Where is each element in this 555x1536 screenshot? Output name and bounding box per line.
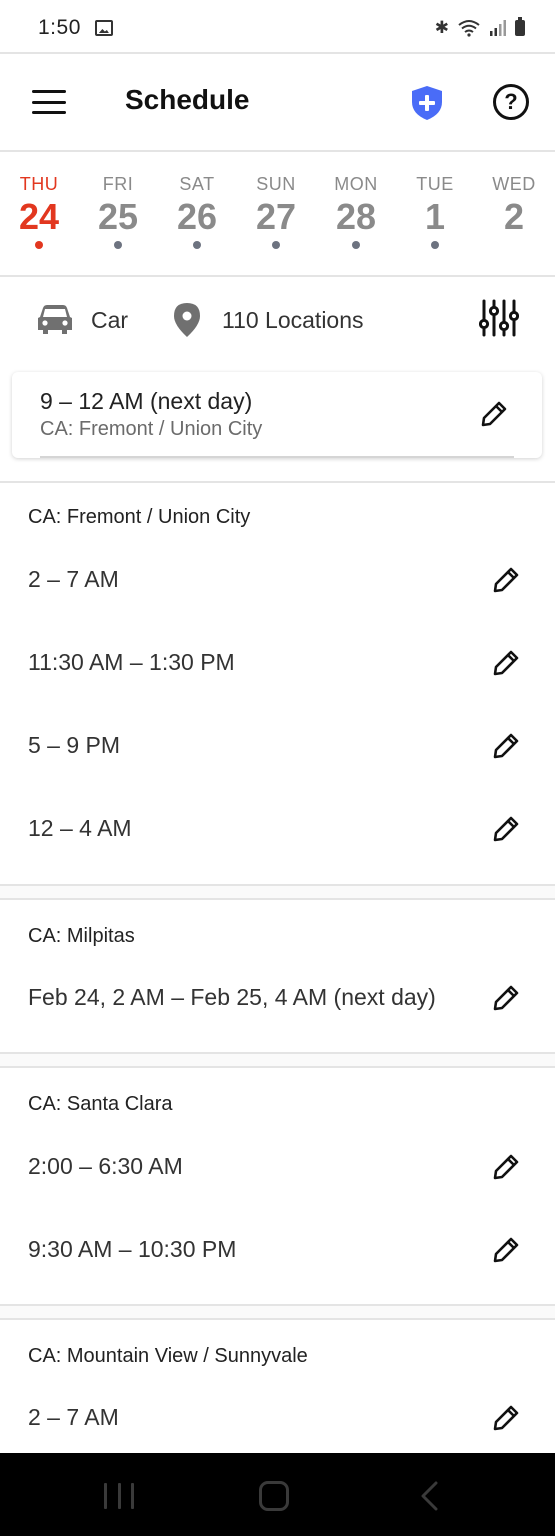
car-icon[interactable] (36, 304, 74, 336)
pencil-icon[interactable] (492, 566, 520, 594)
recents-icon[interactable] (104, 1483, 134, 1509)
divider (0, 52, 555, 54)
wifi-icon (458, 20, 480, 37)
date-sun-27[interactable]: SUN 27 (241, 174, 311, 249)
date-num: 24 (18, 196, 60, 237)
section-separator (0, 1304, 555, 1320)
group-title: CA: Santa Clara (28, 1093, 173, 1115)
current-block-card[interactable]: 9 – 12 AM (next day) CA: Fremont / Union… (12, 372, 542, 458)
date-dow: TUE (416, 174, 454, 194)
date-num: 25 (97, 196, 139, 237)
filter-row: Car 110 Locations (0, 278, 555, 364)
battery-icon (515, 17, 525, 36)
page-title: Schedule (125, 84, 250, 115)
shield-plus-icon[interactable] (408, 84, 446, 122)
date-thu-24[interactable]: THU 24 (4, 174, 74, 249)
pencil-icon[interactable] (492, 815, 520, 843)
pencil-icon[interactable] (492, 649, 520, 677)
group-title: CA: Mountain View / Sunnyvale (28, 1345, 308, 1367)
pencil-icon[interactable] (492, 1404, 520, 1432)
bluetooth-icon: ✱ (434, 18, 449, 38)
availability-dot (193, 241, 201, 249)
date-dow: SUN (256, 174, 296, 194)
help-icon[interactable]: ? (493, 84, 529, 120)
block-time[interactable]: 12 – 4 AM (28, 815, 132, 842)
date-dow: WED (492, 174, 536, 194)
back-icon[interactable] (418, 1481, 442, 1511)
date-wed-2[interactable]: WED 2 (479, 174, 549, 237)
location-pin-icon[interactable] (172, 302, 202, 338)
date-dow: MON (334, 174, 378, 194)
pencil-icon[interactable] (492, 1153, 520, 1181)
status-icons: ✱ (434, 17, 525, 38)
group-title: CA: Fremont / Union City (28, 506, 251, 528)
app-bar: Schedule ? (0, 56, 555, 150)
date-num: 28 (335, 196, 377, 237)
pencil-icon[interactable] (492, 732, 520, 760)
date-num: 1 (424, 196, 446, 237)
availability-dot (35, 241, 43, 249)
date-sat-26[interactable]: SAT 26 (162, 174, 232, 249)
current-block-location: CA: Fremont / Union City (40, 418, 263, 440)
pencil-icon[interactable] (492, 984, 520, 1012)
section-separator (0, 1052, 555, 1068)
pencil-icon[interactable] (480, 400, 508, 428)
block-time[interactable]: 2 – 7 AM (28, 566, 119, 593)
section-separator (0, 884, 555, 900)
locations-label[interactable]: 110 Locations (222, 307, 364, 334)
menu-icon[interactable] (32, 90, 66, 114)
date-num: 26 (176, 196, 218, 237)
group-title: CA: Milpitas (28, 925, 135, 947)
availability-dot (272, 241, 280, 249)
date-strip: THU 24 FRI 25 SAT 26 SUN 27 MON 28 TUE 1… (0, 152, 555, 276)
date-num: 2 (503, 196, 525, 237)
block-time[interactable]: 11:30 AM – 1:30 PM (28, 649, 235, 676)
divider (0, 275, 555, 277)
block-time[interactable]: Feb 24, 2 AM – Feb 25, 4 AM (next day) (28, 984, 436, 1011)
date-dow: SAT (179, 174, 215, 194)
home-icon[interactable] (259, 1481, 289, 1511)
system-nav-bar (0, 1453, 555, 1536)
signal-icon (490, 20, 506, 36)
block-time[interactable]: 2 – 7 AM (28, 1404, 119, 1431)
availability-dot (352, 241, 360, 249)
date-num: 27 (255, 196, 297, 237)
pencil-icon[interactable] (492, 1236, 520, 1264)
availability-dot (431, 241, 439, 249)
status-time: 1:50 (38, 16, 81, 39)
divider (0, 481, 555, 483)
availability-dot (114, 241, 122, 249)
current-block-time: 9 – 12 AM (next day) (40, 388, 253, 414)
date-dow: THU (19, 174, 59, 194)
gallery-icon (94, 20, 113, 36)
status-bar: 1:50 ✱ (0, 0, 555, 56)
date-tue-1[interactable]: TUE 1 (400, 174, 470, 249)
vehicle-label[interactable]: Car (91, 307, 128, 334)
card-underline (40, 456, 514, 458)
block-time[interactable]: 9:30 AM – 10:30 PM (28, 1236, 236, 1263)
date-dow: FRI (102, 174, 134, 194)
date-fri-25[interactable]: FRI 25 (83, 174, 153, 249)
block-time[interactable]: 2:00 – 6:30 AM (28, 1153, 183, 1180)
block-time[interactable]: 5 – 9 PM (28, 732, 120, 759)
sliders-icon[interactable] (479, 298, 519, 338)
date-mon-28[interactable]: MON 28 (321, 174, 391, 249)
